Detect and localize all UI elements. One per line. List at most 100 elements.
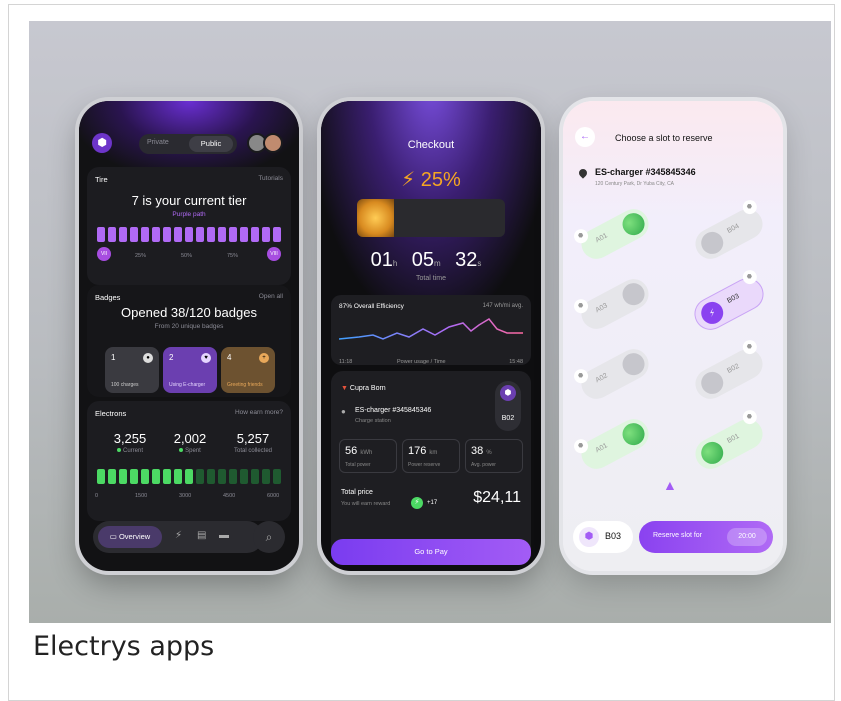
reserve-label: Reserve slot for: [653, 532, 703, 539]
figure-frame: ⬢ Private Public Tire Tutorials 7 is you…: [8, 4, 835, 701]
metric-value: 176 km: [408, 445, 437, 457]
map-icon[interactable]: ▤: [197, 530, 206, 541]
tier-scale-tick: 75%: [227, 253, 239, 259]
bolt-icon[interactable]: ⚡: [175, 530, 182, 541]
selected-slot-chip[interactable]: ⬢ B03: [573, 521, 633, 553]
badge-tile[interactable]: 4 + Greeting friends: [221, 347, 275, 393]
stat-label: Current: [105, 448, 155, 454]
electrons-scale-tick: 6000: [267, 493, 280, 499]
badge-tile[interactable]: 1 ● 100 charges: [105, 347, 159, 393]
badge-label: Using E-charger: [169, 382, 206, 388]
progress-segment: [229, 227, 237, 242]
avatar-group[interactable]: [247, 133, 287, 155]
reserve-time: 20:00: [727, 528, 767, 546]
efficiency-avg: 147 wh/mi avg.: [482, 303, 523, 309]
progress-segment: [141, 227, 149, 242]
slot-label: B04: [726, 222, 741, 235]
battery-fill: [357, 199, 394, 237]
badge-number: 1: [111, 353, 116, 362]
reserve-slot-button[interactable]: Reserve slot for 20:00: [639, 521, 773, 553]
tier-subheadline: Purple path: [172, 211, 206, 218]
nav-overview[interactable]: ▭ Overview: [98, 526, 162, 548]
toggle-private[interactable]: Private: [147, 139, 169, 146]
page-title: Checkout: [407, 139, 455, 151]
metric-total-power: 56 kWh Total power: [339, 439, 397, 473]
wallet-icon[interactable]: ▬: [219, 530, 229, 541]
reward-bolt-icon: ⚡: [411, 497, 423, 509]
progress-segment: [207, 227, 215, 242]
stat-total: 5,257 Total collected: [223, 431, 283, 454]
slot-label: B02: [726, 362, 741, 375]
progress-segment: [262, 227, 270, 242]
slot-label: B02: [501, 415, 515, 422]
progress-segment: [141, 469, 149, 484]
search-icon[interactable]: ⌕: [253, 521, 285, 553]
dot-icon: [179, 448, 184, 453]
stat-value: 3,255: [113, 431, 147, 446]
badge-tile[interactable]: 2 ♥ Using E-charger: [163, 347, 217, 393]
charge-percent: ⚡ 25%: [321, 167, 541, 192]
slot-pill[interactable]: ⬢ B02: [495, 381, 521, 431]
efficiency-card: 87% Overall Efficiency 147 wh/mi avg. 11…: [331, 295, 531, 365]
electrons-scale-tick: 3000: [179, 493, 192, 499]
total-price-label: Total price: [341, 489, 373, 496]
progress-segment: [218, 469, 226, 484]
location-pin-icon: ●: [341, 407, 346, 416]
tier-progress-bars: [97, 227, 281, 242]
progress-segment: [273, 227, 281, 242]
bottom-nav: ▭ Overview ⚡ ▤ ▬: [93, 521, 263, 553]
progress-segment: [240, 469, 248, 484]
metric-number: 56: [345, 445, 358, 457]
open-all-link[interactable]: Open all: [259, 293, 283, 300]
timer-minutes: 05: [411, 249, 435, 271]
tutorials-link[interactable]: Tutorials: [258, 175, 283, 182]
stat-value: 5,257: [236, 431, 270, 446]
metric-number: 176: [408, 445, 427, 457]
battery-indicator: [357, 199, 505, 237]
tier-end-badge: VIII: [267, 247, 281, 261]
progress-segment: [130, 227, 138, 242]
reward-label: You will earn reward: [341, 501, 391, 507]
timer-hours: 01: [370, 249, 393, 271]
selected-slot-label: B03: [605, 531, 622, 541]
privacy-toggle[interactable]: Private Public: [139, 134, 237, 154]
toggle-public[interactable]: Public: [189, 136, 233, 152]
stat-label: Spent: [165, 448, 215, 454]
progress-segment: [218, 227, 226, 242]
badges-title: Badges: [95, 293, 121, 302]
car-name-text: Cupra Born: [349, 385, 386, 392]
figure-caption: Electrys apps: [33, 631, 215, 662]
how-earn-link[interactable]: How earn more?: [235, 409, 283, 416]
progress-segment: [196, 227, 204, 242]
tier-title: Tire: [95, 175, 108, 184]
metric-label: Power reserve: [408, 462, 441, 468]
slot-status-occupied: [697, 228, 728, 258]
slot-label: A01: [594, 442, 609, 455]
badge-label: 100 charges: [111, 382, 139, 388]
progress-segment: [240, 227, 248, 242]
phone-reserve-slot: ← Choose a slot to reserve ES-charger #3…: [563, 101, 783, 571]
back-arrow-icon[interactable]: ←: [575, 127, 595, 147]
car-name: ▼ Cupra Born: [341, 385, 386, 392]
progress-segment: [251, 227, 259, 242]
progress-segment: [152, 227, 160, 242]
tier-headline: 7 is your current tier: [131, 193, 247, 208]
progress-segment: [174, 469, 182, 484]
heart-icon: ♥: [201, 353, 211, 363]
badge-icon: ●: [143, 353, 153, 363]
bolt-icon: ⚡: [697, 298, 728, 328]
slot-status-available: [618, 209, 649, 240]
progress-segment: [119, 227, 127, 242]
progress-segment: [108, 227, 116, 242]
metric-number: 38: [471, 445, 484, 457]
user-avatar[interactable]: [263, 133, 283, 153]
metric-label: Total power: [345, 462, 371, 468]
progress-segment: [251, 469, 259, 484]
efficiency-title: 87% Overall Efficiency: [339, 303, 404, 310]
app-logo-icon[interactable]: ⬢: [92, 133, 112, 153]
slot-label: A03: [594, 302, 609, 315]
slot-status-available: [618, 419, 649, 450]
charger-icon: ⬢: [500, 385, 516, 401]
tier-scale-tick: 25%: [135, 253, 147, 259]
go-to-pay-button[interactable]: Go to Pay: [331, 539, 531, 565]
